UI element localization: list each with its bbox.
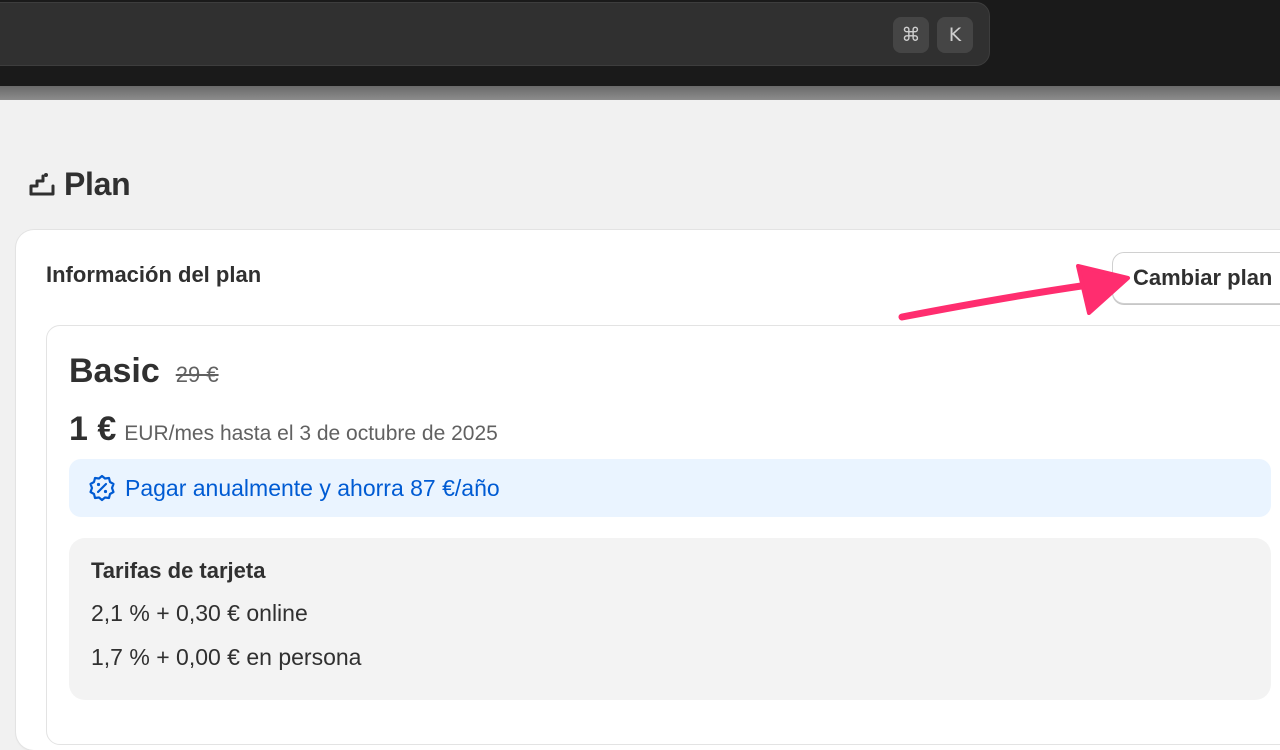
k-key-hint: K — [937, 17, 973, 53]
plan-name: Basic — [69, 352, 160, 390]
promo-text: Pagar anualmente y ahorra 87 €/año — [125, 474, 500, 501]
price-period: EUR/mes hasta el 3 de octubre de 2025 — [124, 422, 498, 445]
plan-stairs-icon — [29, 173, 55, 196]
plan-details: Basic 29 € 1 € EUR/mes hasta el 3 de oct… — [46, 325, 1280, 745]
change-plan-button[interactable]: Cambiar plan — [1112, 252, 1280, 304]
price-row: 1 € EUR/mes hasta el 3 de octubre de 202… — [69, 410, 498, 449]
plan-info-card: Información del plan Cambiar plan Basic … — [16, 230, 1280, 750]
command-key-hint: ⌘ — [893, 17, 929, 53]
plan-price: 1 € — [69, 410, 117, 448]
card-fees-section: Tarifas de tarjeta 2,1 % + 0,30 € online… — [69, 538, 1271, 700]
plan-name-row: Basic 29 € — [69, 352, 219, 391]
card-title: Información del plan — [46, 262, 262, 287]
search-bar[interactable] — [0, 2, 990, 66]
fee-line-in-person: 1,7 % + 0,00 € en persona — [91, 644, 362, 670]
fees-title: Tarifas de tarjeta — [91, 558, 266, 583]
plan-original-price: 29 € — [175, 362, 219, 387]
top-bar: ⌘ K — [0, 0, 1280, 86]
page-header: Plan — [28, 162, 131, 206]
discount-badge-icon — [89, 474, 115, 502]
page-title: Plan — [64, 165, 131, 202]
top-bar-shadow — [0, 86, 1280, 100]
fee-line-online: 2,1 % + 0,30 € online — [91, 600, 308, 626]
annual-billing-promo[interactable]: Pagar anualmente y ahorra 87 €/año — [69, 459, 1271, 517]
